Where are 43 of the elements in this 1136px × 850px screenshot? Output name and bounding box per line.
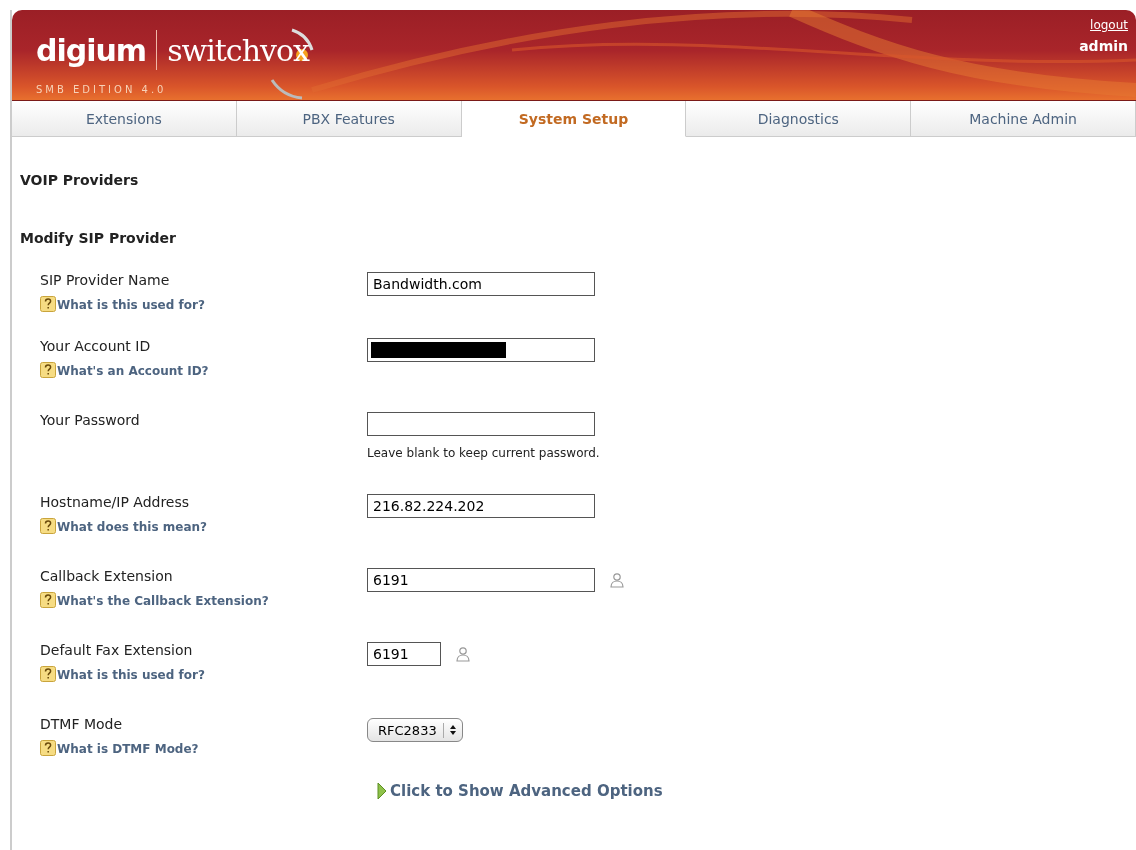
field-label: Default Fax Extension [40,642,194,658]
field-label: Callback Extension [40,568,174,584]
person-icon[interactable] [609,572,625,588]
field-label: Hostname/IP Address [40,494,191,510]
advanced-options-link[interactable]: Click to Show Advanced Options [377,782,1136,800]
field-label: Your Account ID [40,338,152,354]
field-label: SIP Provider Name [40,272,171,288]
text-field[interactable]: 6191 [367,642,441,666]
help-icon [40,592,56,608]
help-icon [40,740,56,756]
edition-label: SMB EDITION 4.0 [36,84,168,95]
logout-link[interactable]: logout [1090,18,1128,32]
help-icon [40,362,56,378]
help-icon [40,518,56,534]
help-icon [40,296,56,312]
nav-tab[interactable]: PBX Features [236,101,462,137]
dtmf-select[interactable]: RFC2833 [367,718,463,742]
product-logo: switchvox [167,32,309,68]
stepper-icon [449,725,456,735]
help-link[interactable]: What is DTMF Mode? [40,740,367,756]
text-field[interactable] [367,412,595,436]
text-field[interactable]: 216.82.224.202 [367,494,595,518]
text-field[interactable]: Bandwidth.com [367,272,595,296]
nav-tab[interactable]: Machine Admin [911,101,1136,137]
field-label: Your Password [40,412,141,428]
help-link[interactable]: What's an Account ID? [40,362,367,378]
account-id-field[interactable] [367,338,595,362]
help-link[interactable]: What is this used for? [40,666,367,682]
person-icon[interactable] [455,646,471,662]
section-title: Modify SIP Provider [20,229,178,246]
field-label: DTMF Mode [40,716,124,732]
help-link[interactable]: What's the Callback Extension? [40,592,367,608]
text-field[interactable]: 6191 [367,568,595,592]
username: admin [1079,38,1128,54]
expand-icon [377,782,387,800]
nav-tab[interactable]: Extensions [12,101,237,137]
field-hint: Leave blank to keep current password. [367,446,601,460]
help-icon [40,666,56,682]
help-link[interactable]: What is this used for? [40,296,367,312]
help-link[interactable]: What does this mean? [40,518,367,534]
page-title: VOIP Providers [20,171,140,188]
nav-tab[interactable]: Diagnostics [686,101,912,137]
brand-logo: digium [36,32,147,68]
